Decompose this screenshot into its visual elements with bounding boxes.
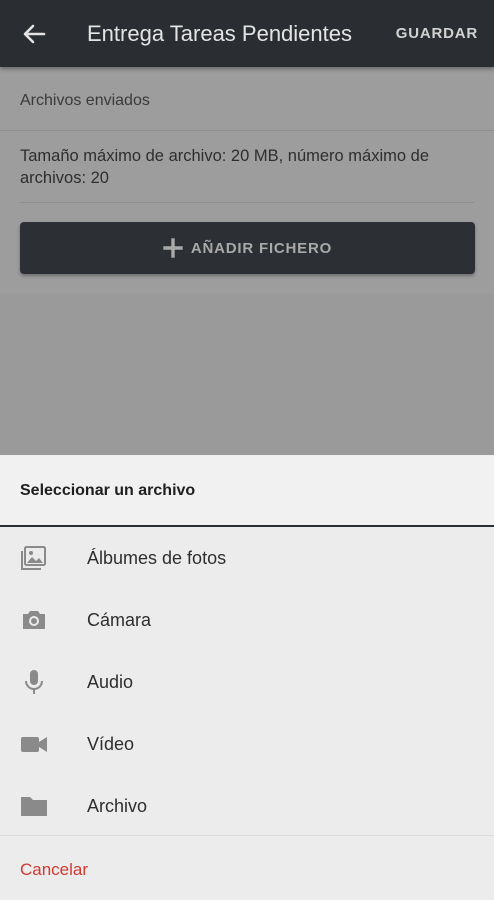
file-limits-text: Tamaño máximo de archivo: 20 MB, número …	[20, 147, 430, 187]
camera-icon	[20, 606, 48, 634]
photo-album-icon	[20, 544, 48, 572]
save-button[interactable]: GUARDAR	[396, 24, 478, 44]
option-audio[interactable]: Audio	[0, 651, 494, 713]
add-file-label: AÑADIR FICHERO	[190, 239, 333, 257]
option-label: Audio	[87, 672, 134, 692]
folder-icon	[20, 792, 48, 820]
sheet-header: Seleccionar un archivo	[0, 455, 494, 527]
sheet-title: Seleccionar un archivo	[20, 482, 196, 499]
divider	[20, 202, 474, 203]
app-bar: Entrega Tareas Pendientes GUARDAR	[0, 0, 494, 67]
option-label: Álbumes de fotos	[87, 548, 227, 568]
option-label: Cámara	[87, 610, 152, 630]
divider	[0, 835, 494, 836]
page-title: Entrega Tareas Pendientes	[87, 21, 352, 46]
option-photo-albums[interactable]: Álbumes de fotos	[0, 527, 494, 589]
microphone-icon	[20, 668, 48, 696]
sent-files-label: Archivos enviados	[20, 92, 150, 109]
option-file[interactable]: Archivo	[0, 775, 494, 837]
option-camera[interactable]: Cámara	[0, 589, 494, 651]
cancel-button[interactable]: Cancelar	[20, 859, 88, 881]
add-file-button[interactable]: AÑADIR FICHERO	[20, 222, 475, 274]
option-label: Archivo	[87, 796, 148, 816]
option-label: Vídeo	[87, 734, 135, 754]
plus-icon	[163, 238, 183, 258]
video-camera-icon	[20, 730, 48, 758]
divider	[0, 130, 494, 131]
file-picker-sheet: Seleccionar un archivo Álbumes de fotos …	[0, 455, 494, 900]
back-arrow-icon[interactable]	[14, 14, 54, 54]
option-video[interactable]: Vídeo	[0, 713, 494, 775]
